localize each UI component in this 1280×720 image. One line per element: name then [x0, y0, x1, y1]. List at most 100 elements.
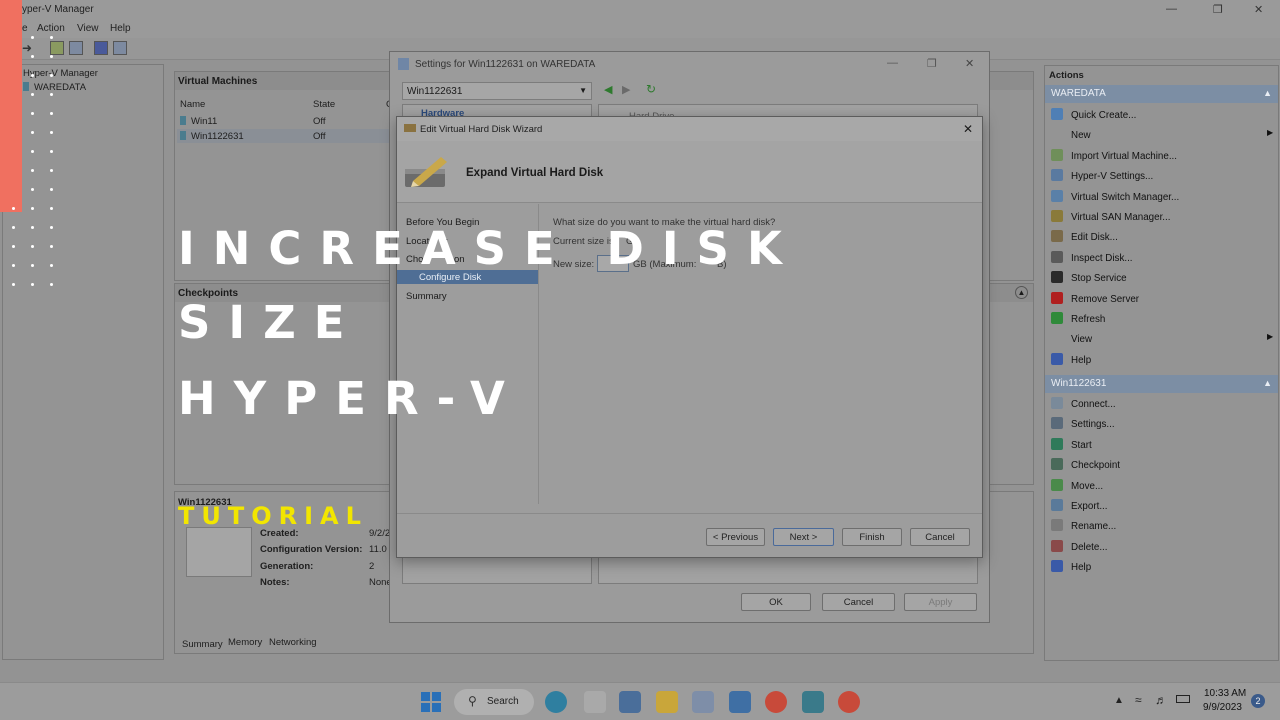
clock-time[interactable]: 10:33 AM: [1204, 688, 1246, 699]
action-item[interactable]: Virtual SAN Manager...: [1051, 210, 1170, 223]
action-item[interactable]: New ▶: [1051, 128, 1273, 141]
close-icon[interactable]: ✕: [965, 57, 974, 70]
search-box[interactable]: ⚲ Search: [454, 689, 534, 715]
ok-button[interactable]: OK: [741, 593, 811, 611]
maximize-icon[interactable]: ❐: [927, 57, 937, 70]
vm-name: Win11: [191, 116, 218, 127]
action-item[interactable]: Edit Disk...: [1051, 230, 1118, 243]
action-item[interactable]: Hyper-V Settings...: [1051, 169, 1153, 182]
database-app-icon[interactable]: [802, 691, 824, 713]
forward-arrow-icon[interactable]: ▶: [622, 83, 630, 96]
remote-desktop-icon[interactable]: [619, 691, 641, 713]
action-pane-icon[interactable]: [113, 41, 127, 55]
menu-view[interactable]: View: [77, 23, 99, 34]
maximize-icon[interactable]: ❐: [1213, 3, 1223, 16]
collapse-section-icon[interactable]: ▲: [1263, 88, 1272, 98]
action-item[interactable]: Connect...: [1051, 397, 1116, 410]
rename-icon: [1051, 519, 1063, 532]
action-item[interactable]: Checkpoint: [1051, 458, 1120, 471]
volume-icon[interactable]: ♬: [1155, 693, 1167, 707]
action-item[interactable]: View ▶: [1051, 332, 1273, 346]
minimize-icon[interactable]: —: [887, 57, 898, 69]
action-item[interactable]: Rename...: [1051, 519, 1116, 532]
tab-summary[interactable]: Summary: [182, 639, 223, 650]
file-explorer-icon[interactable]: [656, 691, 678, 713]
menu-help[interactable]: Help: [110, 23, 131, 34]
action-item[interactable]: Stop Service: [1051, 271, 1127, 284]
edit-vhd-wizard: Edit Virtual Hard Disk Wizard ✕ Expand V…: [396, 116, 983, 558]
config-version-value: 11.0: [369, 544, 387, 555]
created-value: 9/2/2: [369, 528, 391, 539]
notification-badge[interactable]: 2: [1251, 694, 1265, 708]
action-item[interactable]: Virtual Switch Manager...: [1051, 189, 1179, 203]
vm-col-name[interactable]: Name: [180, 99, 205, 110]
chevron-up-icon[interactable]: ▲: [1114, 695, 1124, 706]
windows-start-icon[interactable]: [421, 692, 441, 712]
action-item[interactable]: Remove Server: [1051, 291, 1140, 305]
action-item[interactable]: Inspect Disk...: [1051, 250, 1133, 264]
wifi-icon[interactable]: ≈: [1135, 693, 1142, 707]
action-item[interactable]: Settings...: [1051, 417, 1115, 430]
finish-button[interactable]: Finish: [842, 528, 902, 546]
action-item[interactable]: Help: [1051, 560, 1091, 573]
action-label: View: [1071, 334, 1093, 346]
clock-date[interactable]: 9/9/2023: [1203, 702, 1242, 713]
table-row[interactable]: Win1122631: [180, 131, 244, 142]
notepad-icon[interactable]: [729, 691, 751, 713]
submenu-arrow-icon: ▶: [1267, 332, 1274, 342]
vm-col-state[interactable]: State: [313, 99, 335, 110]
cancel-button[interactable]: Cancel: [910, 528, 970, 546]
show-hide-tree-icon[interactable]: [69, 41, 83, 55]
collapse-icon[interactable]: ▲: [1015, 286, 1028, 299]
tab-networking[interactable]: Networking: [269, 637, 317, 648]
action-label: Inspect Disk...: [1071, 252, 1133, 264]
tab-memory[interactable]: Memory: [228, 637, 262, 648]
switch-manager-icon: [1051, 189, 1063, 202]
dot-grid: [0, 0, 60, 350]
decor-dot: [50, 188, 53, 191]
table-row[interactable]: Win11: [180, 116, 217, 127]
decor-dot: [50, 283, 53, 286]
apply-button[interactable]: Apply: [904, 593, 977, 611]
vm-select[interactable]: Win1122631 ▼: [402, 82, 592, 100]
next-button[interactable]: Next >: [773, 528, 834, 546]
action-item[interactable]: Move...: [1051, 478, 1103, 492]
server-actions-section[interactable]: WAREDATA ▲: [1045, 85, 1278, 103]
edge-browser-icon[interactable]: [545, 691, 567, 713]
stop-service-icon: [1051, 271, 1063, 284]
chat-app-icon[interactable]: [584, 691, 606, 713]
previous-button[interactable]: < Previous: [706, 528, 765, 546]
action-item[interactable]: Refresh: [1051, 312, 1105, 325]
chrome-profile-icon[interactable]: [838, 691, 860, 713]
action-label: Refresh: [1071, 314, 1106, 325]
vm-actions-section[interactable]: Win1122631 ▲: [1045, 375, 1278, 393]
settings-title: Settings for Win1122631 on WAREDATA: [415, 59, 596, 70]
cancel-button[interactable]: Cancel: [822, 593, 895, 611]
hyperv-settings-icon: [1051, 169, 1063, 182]
back-arrow-icon[interactable]: ◀: [604, 83, 612, 96]
chrome-icon[interactable]: [765, 691, 787, 713]
step-summary[interactable]: Summary: [406, 291, 447, 302]
battery-icon[interactable]: [1176, 695, 1190, 703]
minimize-icon[interactable]: —: [1166, 3, 1177, 15]
refresh-icon[interactable]: ↻: [646, 82, 656, 96]
action-item[interactable]: Export...: [1051, 499, 1107, 512]
close-icon[interactable]: ✕: [963, 122, 973, 136]
action-item[interactable]: Help: [1051, 352, 1091, 366]
headline-line1: INCREASE DISK: [178, 222, 800, 275]
generation-value: 2: [369, 561, 375, 572]
action-label: Remove Server: [1071, 293, 1140, 305]
action-item[interactable]: Quick Create...: [1051, 108, 1136, 121]
decor-dot: [31, 93, 34, 96]
wizard-heading: Expand Virtual Hard Disk: [466, 167, 604, 179]
action-item[interactable]: Start: [1051, 437, 1092, 451]
refresh-icon: [1051, 312, 1063, 324]
action-item[interactable]: Import Virtual Machine...: [1051, 148, 1177, 162]
hyperv-app-icon[interactable]: [692, 691, 714, 713]
title-bar: yper-V Manager — ❐ ✕: [0, 0, 1280, 20]
help-toolbar-icon[interactable]: [94, 41, 108, 55]
decor-dot: [50, 150, 53, 153]
collapse-section-icon[interactable]: ▲: [1263, 378, 1272, 388]
action-item[interactable]: Delete...: [1051, 539, 1108, 553]
close-icon[interactable]: ✕: [1254, 3, 1263, 16]
